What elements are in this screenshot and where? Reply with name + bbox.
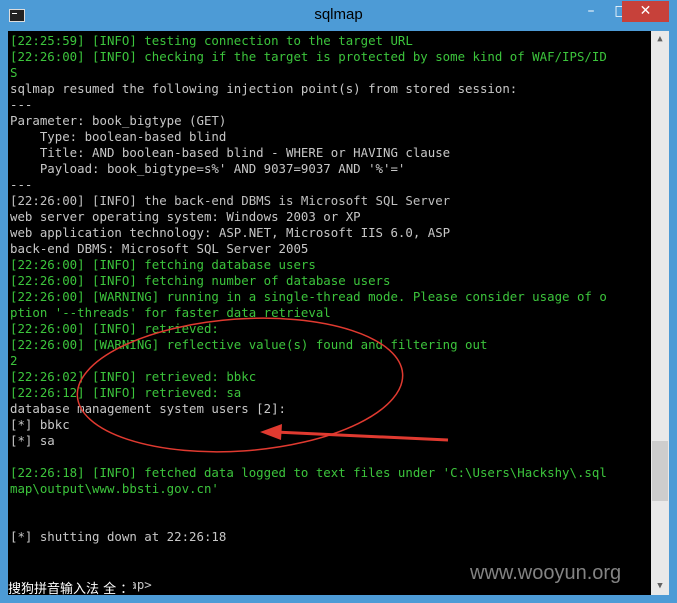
annotation-circle <box>76 317 404 453</box>
annotation-arrowhead <box>260 424 282 440</box>
annotation-overlay <box>76 317 449 453</box>
annotation-arrow <box>274 430 449 442</box>
console-window: sqlmap – □ ✕ [22:25:59] [INFO] testing c… <box>0 0 677 603</box>
